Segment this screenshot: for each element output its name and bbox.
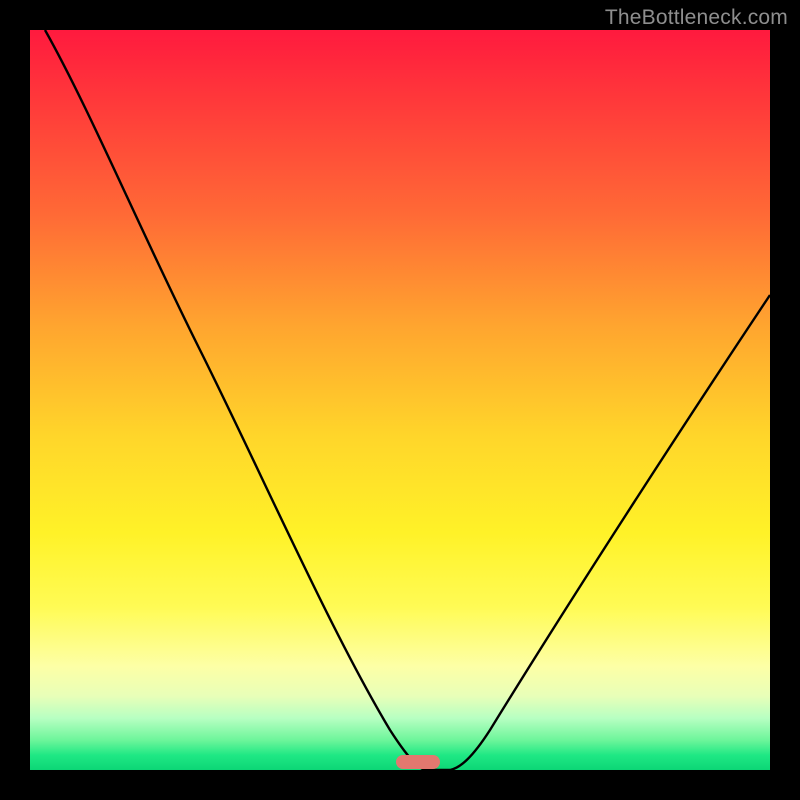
chart-plot-area [30, 30, 770, 770]
curve-path [45, 30, 770, 770]
bottleneck-curve [30, 30, 770, 770]
watermark-text: TheBottleneck.com [605, 6, 788, 30]
chart-frame: TheBottleneck.com [0, 0, 800, 800]
optimal-marker [396, 755, 440, 769]
